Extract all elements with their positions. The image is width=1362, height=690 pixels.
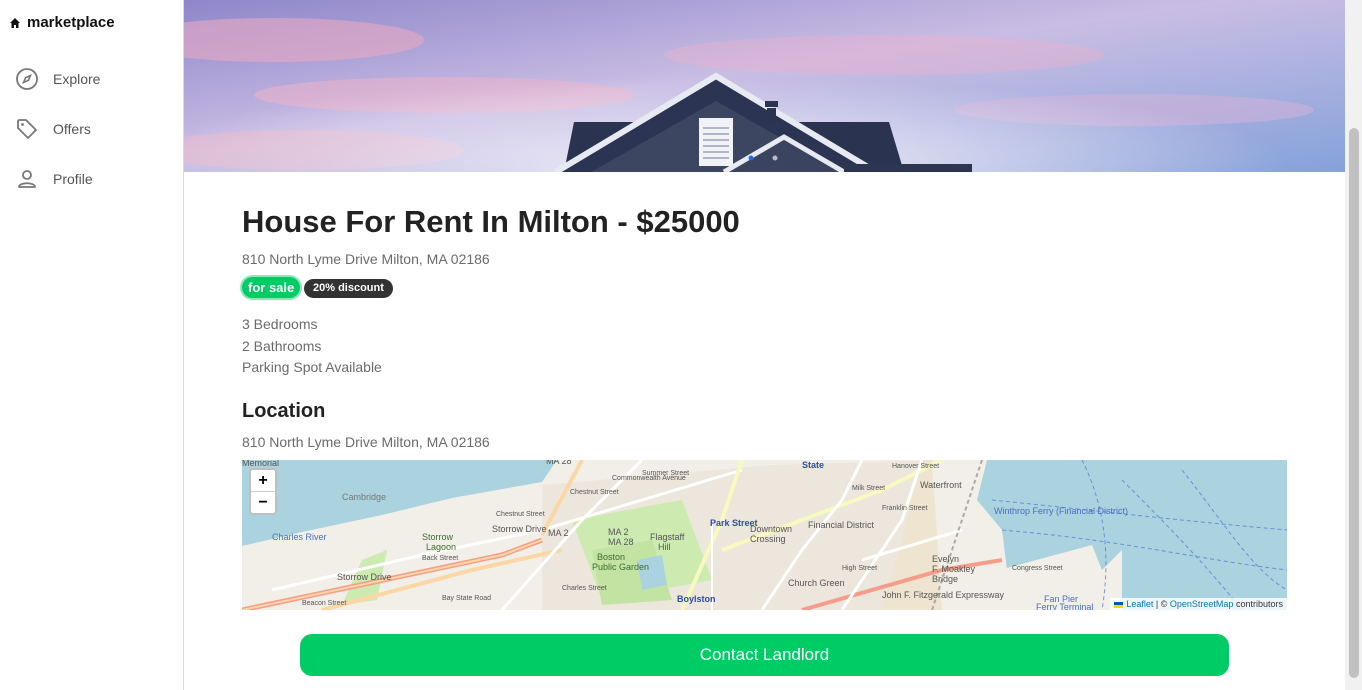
svg-text:Storrow Drive: Storrow Drive <box>492 524 547 534</box>
svg-text:Charles River: Charles River <box>272 532 327 542</box>
svg-text:Hill: Hill <box>658 542 671 552</box>
brand[interactable]: marketplace <box>9 14 115 31</box>
feature-parking: Parking Spot Available <box>242 359 382 375</box>
contact-landlord-button[interactable]: Contact Landlord <box>300 634 1229 676</box>
brand-label: marketplace <box>27 14 115 31</box>
svg-text:Milk Street: Milk Street <box>852 485 885 492</box>
sidebar: marketplace Explore Offers Profile <box>0 0 184 690</box>
home-icon <box>10 17 20 28</box>
ukraine-flag-icon <box>1114 601 1124 608</box>
svg-text:Evelyn: Evelyn <box>932 554 959 564</box>
svg-text:MA 28: MA 28 <box>608 537 634 547</box>
listing-address: 810 North Lyme Drive Milton, MA 02186 <box>242 251 490 267</box>
sidebar-item-label: Explore <box>53 71 101 87</box>
svg-text:Park Street: Park Street <box>710 518 758 528</box>
sidebar-item-label: Offers <box>53 121 91 137</box>
svg-text:Boylston: Boylston <box>677 594 716 604</box>
openstreetmap-link[interactable]: OpenStreetMap <box>1170 599 1234 609</box>
sidebar-item-explore[interactable]: Explore <box>15 67 100 91</box>
svg-text:Franklin Street: Franklin Street <box>882 505 928 512</box>
svg-text:Cambridge: Cambridge <box>342 492 386 502</box>
svg-text:Charles Street: Charles Street <box>562 585 607 592</box>
discount-badge: 20% discount <box>304 279 393 298</box>
attribution-separator: | © <box>1155 599 1168 609</box>
svg-text:Beacon Street: Beacon Street <box>302 600 346 607</box>
leaflet-link[interactable]: Leaflet <box>1126 599 1153 609</box>
svg-text:Chestnut Street: Chestnut Street <box>570 489 619 496</box>
svg-text:F. Moakley: F. Moakley <box>932 564 976 574</box>
scrollbar-thumb[interactable] <box>1349 128 1359 678</box>
svg-text:Winthrop Ferry (Financial Dist: Winthrop Ferry (Financial District) <box>994 506 1128 516</box>
svg-text:MA 28: MA 28 <box>546 460 572 466</box>
svg-text:John F. Fitzgerald Expressway: John F. Fitzgerald Expressway <box>882 590 1005 600</box>
svg-text:MA 2: MA 2 <box>548 528 569 538</box>
svg-text:Back Street: Back Street <box>422 555 458 562</box>
svg-text:High Street: High Street <box>842 565 877 572</box>
svg-text:Storrow Drive: Storrow Drive <box>337 572 392 582</box>
svg-text:Church Green: Church Green <box>788 578 845 588</box>
svg-text:Crossing: Crossing <box>750 534 786 544</box>
svg-text:Bridge: Bridge <box>932 574 958 584</box>
svg-text:Public Garden: Public Garden <box>592 562 649 572</box>
svg-text:Commonwealth Avenue: Commonwealth Avenue <box>612 475 686 482</box>
svg-text:State: State <box>802 460 824 470</box>
svg-text:Memorial: Memorial <box>242 460 279 468</box>
svg-text:Financial District: Financial District <box>808 520 875 530</box>
sidebar-item-offers[interactable]: Offers <box>15 117 91 141</box>
svg-text:Boston: Boston <box>597 552 625 562</box>
sidebar-item-label: Profile <box>53 171 93 187</box>
sidebar-item-profile[interactable]: Profile <box>15 167 93 191</box>
zoom-out-button[interactable]: − <box>251 491 275 513</box>
person-icon <box>18 170 36 188</box>
tag-icon <box>17 119 37 139</box>
listing-title: House For Rent In Milton - $25000 <box>242 204 740 239</box>
svg-text:MA 2: MA 2 <box>608 527 629 537</box>
svg-text:Waterfront: Waterfront <box>920 480 962 490</box>
location-heading: Location <box>242 400 326 422</box>
feature-bathrooms: 2 Bathrooms <box>242 338 322 354</box>
svg-text:Congress Street: Congress Street <box>1012 565 1063 572</box>
feature-bedrooms: 3 Bedrooms <box>242 316 318 332</box>
attribution-suffix: contributors <box>1235 599 1283 609</box>
compass-icon <box>16 68 38 90</box>
svg-text:Chestnut Street: Chestnut Street <box>496 511 545 518</box>
svg-text:Hanover Street: Hanover Street <box>892 463 939 470</box>
svg-text:Bay State Road: Bay State Road <box>442 595 491 602</box>
map-zoom-control: + − <box>249 468 277 515</box>
zoom-in-button[interactable]: + <box>251 470 275 491</box>
location-map[interactable]: Financial District Downtown Crossing Par… <box>242 460 1287 610</box>
svg-text:Lagoon: Lagoon <box>426 542 456 552</box>
svg-text:Ferry Terminal: Ferry Terminal <box>1036 602 1093 610</box>
hero-image <box>184 0 1345 172</box>
map-attribution: Leaflet | © OpenStreetMap contributors <box>1110 598 1287 610</box>
status-badge: for sale <box>242 277 301 298</box>
scrollbar[interactable] <box>1345 0 1362 690</box>
svg-text:Flagstaff: Flagstaff <box>650 532 685 542</box>
svg-text:Storrow: Storrow <box>422 532 454 542</box>
location-address: 810 North Lyme Drive Milton, MA 02186 <box>242 434 490 450</box>
